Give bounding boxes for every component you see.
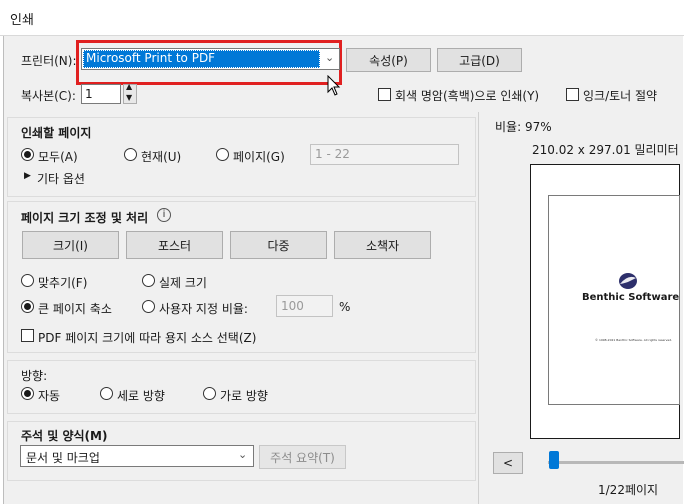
orientation-auto-radio[interactable]	[21, 387, 34, 400]
spin-up-icon[interactable]: ▲	[126, 82, 132, 91]
printer-select[interactable]: Microsoft Print to PDF ⌄	[81, 48, 340, 70]
comments-selected-value: 문서 및 마크업	[26, 451, 100, 465]
ink-save-checkbox[interactable]	[566, 88, 579, 101]
spin-down-icon[interactable]: ▼	[126, 93, 132, 102]
grayscale-label: 회색 명암(흑백)으로 인쇄(Y)	[395, 89, 540, 103]
comments-select[interactable]: 문서 및 마크업 ⌄	[20, 445, 254, 467]
page-sizing-title: 페이지 크기 조정 및 처리	[21, 211, 149, 225]
shrink-radio[interactable]	[21, 300, 34, 313]
window-title: 인쇄	[10, 13, 34, 28]
actual-size-label: 실제 크기	[159, 276, 207, 290]
comments-title: 주석 및 양식(M)	[21, 429, 108, 443]
pdf-source-checkbox[interactable]	[21, 329, 34, 342]
orientation-landscape-radio[interactable]	[203, 387, 216, 400]
multiple-button[interactable]: 다중	[230, 231, 327, 259]
orientation-portrait-radio[interactable]	[100, 387, 113, 400]
chevron-down-icon[interactable]: ⌄	[238, 448, 247, 461]
pages-range-label: 페이지(G)	[233, 150, 285, 164]
ink-save-label: 잉크/토너 절약	[583, 89, 658, 103]
preview-brand-text: Benthic Software	[582, 292, 680, 303]
pages-all-radio[interactable]	[21, 148, 34, 161]
pages-range-radio[interactable]	[216, 148, 229, 161]
preview-divider	[478, 112, 479, 504]
copies-stepper[interactable]: ▲ ▼	[123, 82, 137, 104]
orientation-label: 방향:	[21, 369, 48, 383]
custom-scale-label: 사용자 지정 비율:	[159, 302, 248, 316]
benthic-logo-icon	[619, 273, 637, 289]
custom-scale-input[interactable]: 100	[276, 295, 333, 317]
custom-scale-radio[interactable]	[142, 300, 155, 313]
pages-current-label: 현재(U)	[141, 150, 182, 164]
preview-prev-button[interactable]: <	[493, 452, 523, 474]
chevron-down-icon[interactable]: ⌄	[325, 51, 334, 64]
grayscale-checkbox[interactable]	[378, 88, 391, 101]
fit-label: 맞추기(F)	[38, 276, 88, 290]
mouse-pointer-icon	[327, 75, 341, 96]
pages-current-radio[interactable]	[124, 148, 137, 161]
preview-page-indicator: 1/22페이지	[598, 483, 659, 497]
printer-selected-value: Microsoft Print to PDF	[86, 51, 216, 65]
orientation-portrait-label: 세로 방향	[117, 389, 165, 403]
preview-dimensions-text: 210.02 x 297.01 밀리미터	[532, 143, 679, 157]
orientation-landscape-label: 가로 방향	[220, 389, 268, 403]
preview-copyright-text: © 1998-2021 Benthic Software. All rights…	[595, 338, 673, 342]
preview-page-slider-thumb[interactable]	[549, 451, 559, 469]
fit-radio[interactable]	[21, 274, 34, 287]
summarize-comments-button[interactable]: 주석 요약(T)	[259, 445, 346, 469]
copies-label: 복사본(C):	[21, 89, 76, 103]
properties-button[interactable]: 속성(P)	[346, 48, 431, 72]
actual-size-radio[interactable]	[142, 274, 155, 287]
pages-to-print-title: 인쇄할 페이지	[21, 126, 92, 140]
booklet-button[interactable]: 소책자	[334, 231, 431, 259]
pages-all-label: 모두(A)	[38, 150, 78, 164]
info-icon[interactable]: i	[157, 208, 171, 222]
title-bar: 인쇄	[0, 0, 684, 36]
pages-range-input[interactable]: 1 - 22	[310, 144, 459, 165]
preview-scale-text: 비율: 97%	[495, 120, 552, 134]
size-button[interactable]: 크기(I)	[22, 231, 119, 259]
shrink-label: 큰 페이지 축소	[38, 302, 112, 316]
pdf-source-label: PDF 페이지 크기에 따라 용지 소스 선택(Z)	[38, 331, 257, 345]
printer-label: 프린터(N):	[21, 54, 77, 68]
expand-triangle-icon[interactable]: ▶	[24, 171, 31, 181]
percent-symbol: %	[339, 300, 351, 314]
copies-input[interactable]: 1	[81, 84, 121, 104]
more-options-label[interactable]: 기타 옵션	[37, 170, 85, 187]
preview-page-slider-track[interactable]	[548, 461, 684, 464]
poster-button[interactable]: 포스터	[126, 231, 223, 259]
advanced-button[interactable]: 고급(D)	[437, 48, 522, 72]
orientation-auto-label: 자동	[38, 389, 61, 403]
